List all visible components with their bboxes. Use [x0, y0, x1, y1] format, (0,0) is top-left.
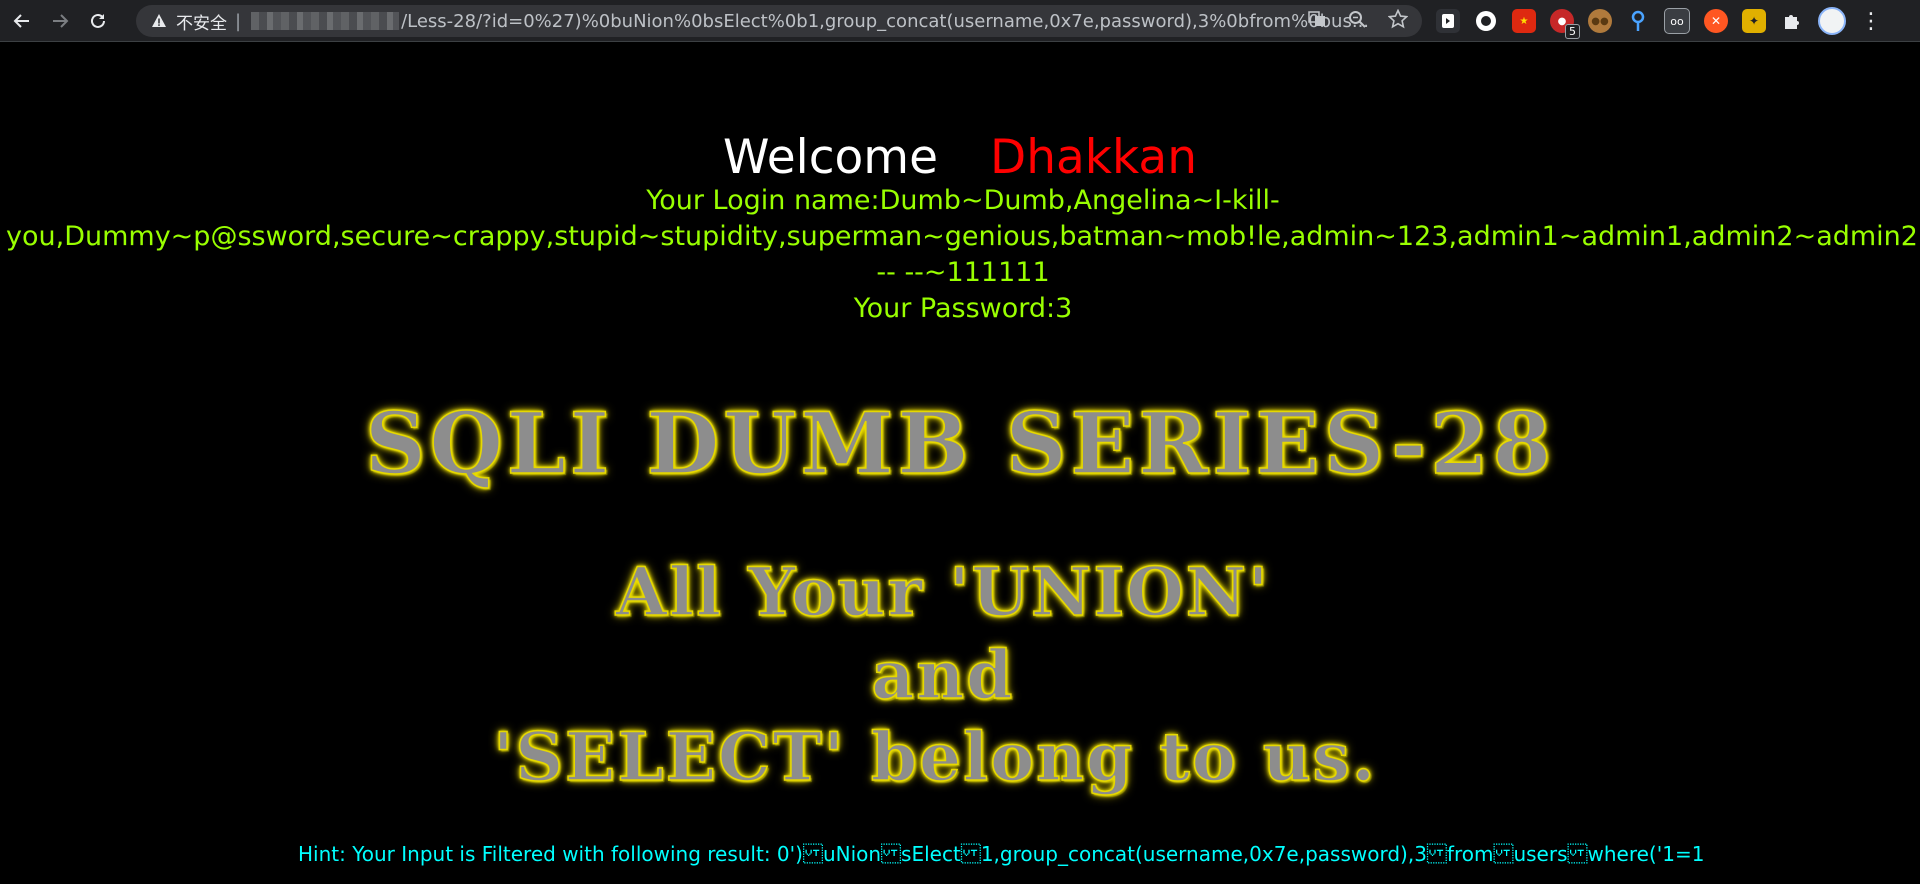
url-text[interactable]: /Less-28/?id=0%27)%0buNion%0bsElect%0b1,… [401, 11, 1369, 32]
browser-toolbar: 不安全 | /Less-28/?id=0%27)%0buNion%0bsElec… [0, 0, 1920, 42]
arrow-left-icon [13, 13, 29, 28]
reload-icon [91, 13, 105, 28]
profile-avatar[interactable] [1818, 7, 1846, 35]
login-name-line-3: -- --~111111 [876, 257, 1050, 288]
login-name-line-1: Your Login name:Dumb~Dumb,Angelina~I-kil… [646, 185, 1280, 216]
slogan-line-2: and [871, 635, 1015, 715]
forward-button[interactable] [44, 5, 76, 37]
filter-hint: Hint: Your Input is Filtered with follow… [298, 842, 1705, 866]
blurred-host [251, 12, 400, 30]
security-label[interactable]: 不安全 [176, 9, 227, 34]
extension-badge-count: 5 [1565, 24, 1580, 39]
extension-yellow-icon[interactable]: ✦ [1742, 9, 1766, 33]
extension-cookie-icon[interactable]: ●● [1588, 9, 1612, 33]
back-button[interactable] [6, 5, 38, 37]
login-name-line-2: you,Dummy~p@ssword,secure~crappy,stupid~… [6, 221, 1920, 252]
slogan-line-3: 'SELECT' belong to us. [492, 717, 1377, 797]
omnibox-actions [1308, 5, 1409, 37]
arrow-right-icon [53, 13, 69, 28]
extensions-bar: ★ ● 5 ●● oo ✕ ✦ ⋮ [1436, 0, 1882, 42]
puzzle-icon[interactable] [1780, 9, 1804, 33]
page-content: Welcome Dhakkan Your Login name:Dumb~Dumb… [0, 42, 1920, 884]
extension-pin-icon[interactable] [1626, 9, 1650, 33]
star-icon[interactable] [1387, 8, 1409, 34]
login-result: Your Login name:Dumb~Dumb,Angelina~I-kil… [6, 183, 1920, 327]
password-line: Your Password:3 [853, 293, 1073, 324]
welcome-text: Welcome [723, 130, 938, 185]
warning-triangle-icon[interactable] [150, 12, 168, 30]
extension-glasses-icon[interactable]: oo [1664, 8, 1690, 34]
extension-flag-icon[interactable]: ★ [1512, 9, 1536, 33]
address-bar[interactable]: 不安全 | /Less-28/?id=0%27)%0buNion%0bsElec… [136, 5, 1422, 37]
welcome-heading: Welcome Dhakkan [0, 128, 1920, 188]
welcome-username: Dhakkan [990, 130, 1197, 185]
reload-button[interactable] [82, 5, 114, 37]
slogan-line-1: All Your 'UNION' [615, 552, 1271, 632]
omnibox-separator: | [235, 10, 242, 32]
extension-orange-icon[interactable]: ✕ [1704, 9, 1728, 33]
extension-circle-icon[interactable] [1474, 9, 1498, 33]
extension-reader-icon[interactable] [1436, 9, 1460, 33]
zoom-icon[interactable] [1348, 10, 1366, 33]
kebab-menu-icon[interactable]: ⋮ [1860, 9, 1882, 34]
translate-icon[interactable] [1308, 10, 1326, 33]
extension-badge-icon[interactable]: ● 5 [1550, 9, 1580, 39]
series-title: SQLI DUMB SERIES-28 [364, 393, 1556, 494]
